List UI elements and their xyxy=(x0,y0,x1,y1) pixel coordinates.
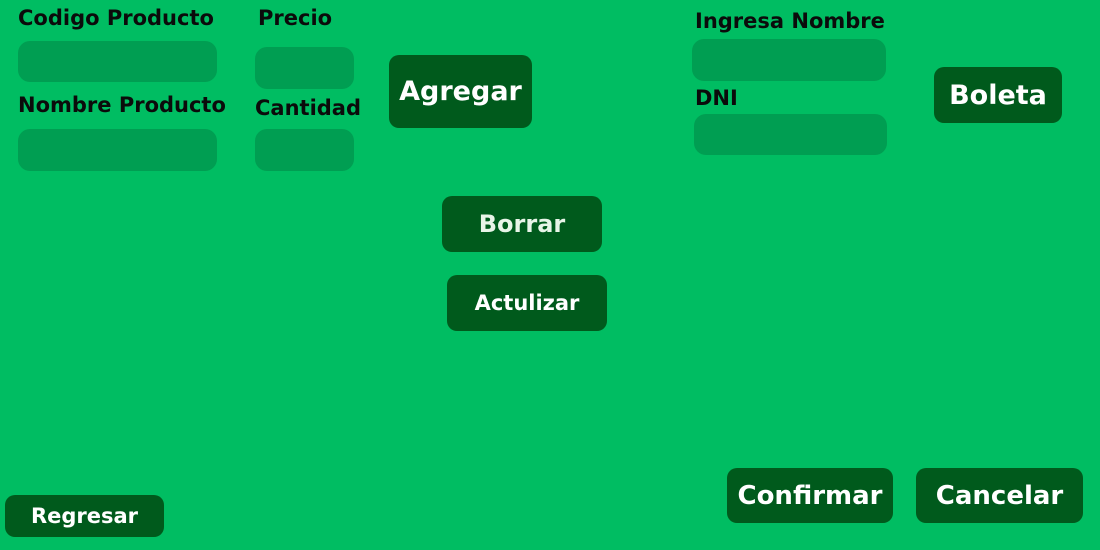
nombre-cliente-input[interactable] xyxy=(692,39,886,81)
cantidad-input[interactable] xyxy=(255,129,354,171)
nombre-producto-input[interactable] xyxy=(18,129,217,171)
precio-input[interactable] xyxy=(255,47,354,89)
dni-input[interactable] xyxy=(694,114,887,155)
nombre-producto-label: Nombre Producto xyxy=(18,93,226,117)
boleta-button[interactable]: Boleta xyxy=(934,67,1062,123)
regresar-button[interactable]: Regresar xyxy=(5,495,164,537)
cantidad-label: Cantidad xyxy=(255,96,362,120)
borrar-button[interactable]: Borrar xyxy=(442,196,602,252)
dni-label: DNI xyxy=(695,86,738,110)
codigo-producto-input[interactable] xyxy=(18,41,217,82)
agregar-button[interactable]: Agregar xyxy=(389,55,532,128)
codigo-producto-label: Codigo Producto xyxy=(18,6,214,30)
actualizar-button[interactable]: Actulizar xyxy=(447,275,607,331)
cancelar-button[interactable]: Cancelar xyxy=(916,468,1083,523)
ingresa-nombre-label: Ingresa Nombre xyxy=(695,9,885,33)
confirmar-button[interactable]: Confirmar xyxy=(727,468,893,523)
precio-label: Precio xyxy=(258,6,333,30)
